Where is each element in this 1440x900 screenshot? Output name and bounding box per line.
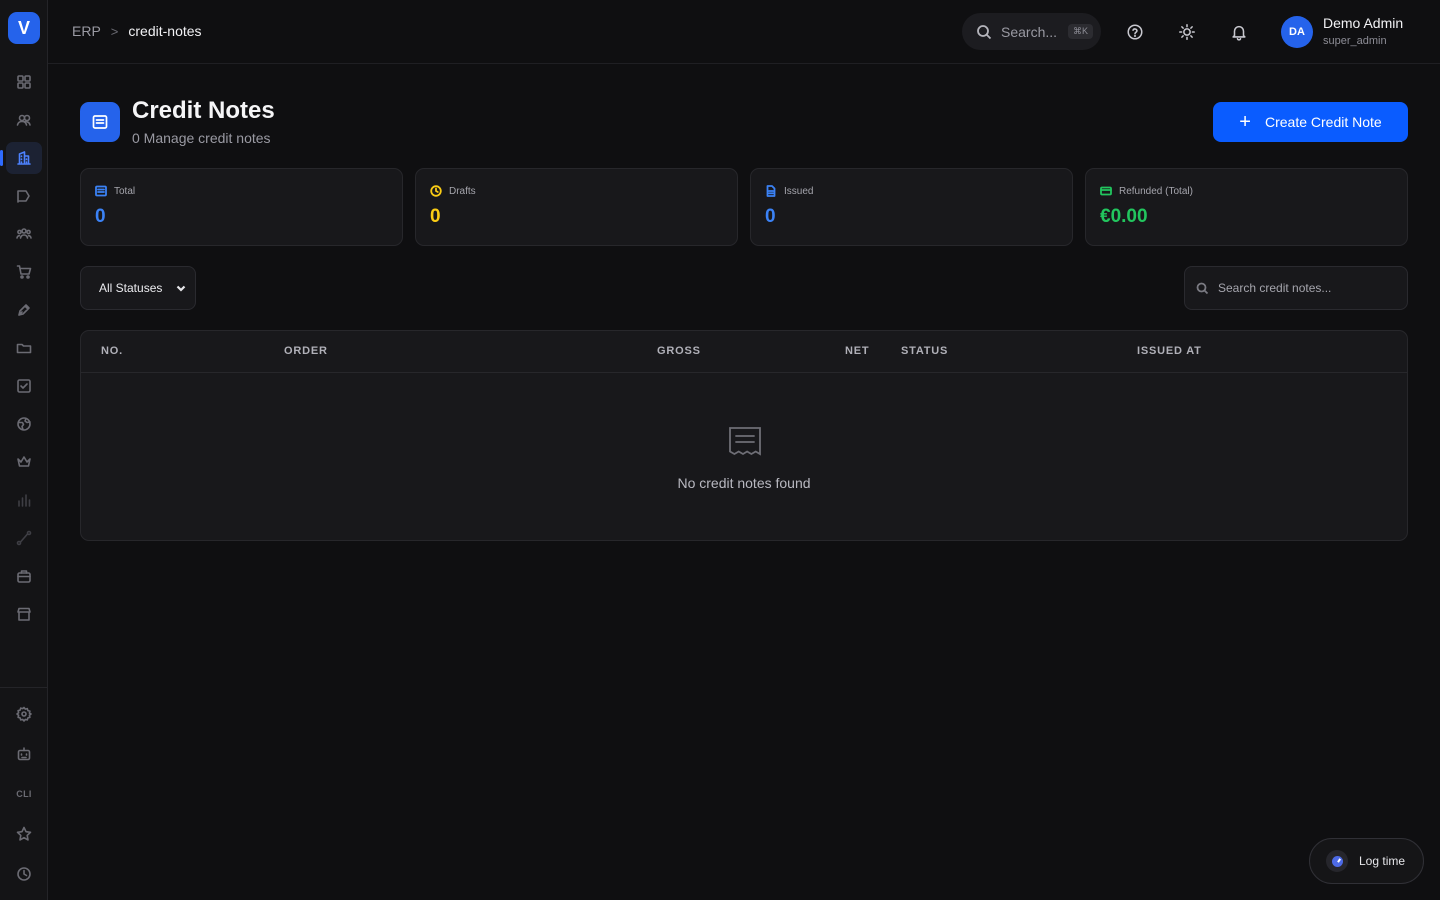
sidebar-divider <box>0 687 48 688</box>
page-title: Credit Notes <box>132 97 275 124</box>
search-icon <box>977 24 992 39</box>
folder-icon[interactable] <box>6 332 42 364</box>
credit-notes-search-placeholder: Search credit notes... <box>1218 281 1332 295</box>
stat-label-refunded: Refunded (Total) <box>1119 185 1193 197</box>
table-header: NO. ORDER GROSS NET STATUS ISSUED AT <box>81 331 1407 373</box>
column-header-issued-at[interactable]: ISSUED AT <box>1137 345 1202 357</box>
bar-chart-icon[interactable] <box>6 484 42 516</box>
empty-state-message: No credit notes found <box>677 475 811 491</box>
stat-value-issued: 0 <box>765 206 776 227</box>
log-time-button[interactable]: Log time <box>1309 838 1424 884</box>
receipt-icon <box>727 425 763 457</box>
users-icon[interactable] <box>6 104 42 136</box>
search-icon <box>1196 282 1209 294</box>
breadcrumb-current: credit-notes <box>128 23 202 39</box>
column-header-status[interactable]: STATUS <box>901 345 948 357</box>
robot-icon[interactable] <box>6 738 42 770</box>
pen-icon[interactable] <box>6 294 42 326</box>
cli-label: CLI <box>16 789 32 799</box>
column-header-gross[interactable]: GROSS <box>657 345 701 357</box>
credit-notes-table: NO. ORDER GROSS NET STATUS ISSUED AT No … <box>80 330 1408 541</box>
briefcase-icon[interactable] <box>6 560 42 592</box>
user-name[interactable]: Demo Admin <box>1323 15 1403 31</box>
cart-icon[interactable] <box>6 256 42 288</box>
crown-icon[interactable] <box>6 446 42 478</box>
store-icon[interactable] <box>6 598 42 630</box>
breadcrumb: ERP > credit-notes <box>72 23 202 39</box>
global-search-placeholder: Search... <box>1001 23 1058 40</box>
stat-value-total: 0 <box>95 206 106 227</box>
stat-label-drafts: Drafts <box>449 185 476 197</box>
sun-icon[interactable] <box>1177 22 1197 42</box>
stat-card-drafts: Drafts 0 <box>415 168 738 246</box>
column-header-net[interactable]: NET <box>845 345 869 357</box>
star-icon[interactable] <box>6 818 42 850</box>
user-role: super_admin <box>1323 35 1387 47</box>
stat-card-total: Total 0 <box>80 168 403 246</box>
team-icon[interactable] <box>6 218 42 250</box>
bell-icon[interactable] <box>1229 22 1249 42</box>
column-header-order[interactable]: ORDER <box>284 345 328 357</box>
stat-label-issued: Issued <box>784 185 814 197</box>
sidebar: V CLI <box>0 0 48 900</box>
document-icon <box>766 185 776 197</box>
credit-notes-search-input[interactable]: Search credit notes... <box>1184 266 1408 310</box>
plus-icon: + <box>1239 111 1251 133</box>
timer-icon <box>1326 850 1348 872</box>
avatar[interactable]: DA <box>1281 16 1313 48</box>
clock-icon <box>430 185 442 197</box>
log-time-label: Log time <box>1359 854 1406 868</box>
create-credit-note-label: Create Credit Note <box>1264 114 1382 130</box>
page-subtitle: 0 Manage credit notes <box>132 130 271 146</box>
breadcrumb-root[interactable]: ERP <box>72 23 101 39</box>
create-credit-note-button[interactable]: + Create Credit Note <box>1213 102 1408 142</box>
stat-card-refunded: Refunded (Total) €0.00 <box>1085 168 1408 246</box>
gear-icon[interactable] <box>6 698 42 730</box>
help-icon[interactable] <box>1125 22 1145 42</box>
route-icon[interactable] <box>6 522 42 554</box>
global-search[interactable]: Search... ⌘K <box>962 13 1101 50</box>
stat-value-drafts: 0 <box>430 206 441 227</box>
shortcut-badge: ⌘K <box>1068 24 1094 39</box>
megaphone-icon[interactable] <box>6 180 42 212</box>
stat-label-total: Total <box>114 185 136 197</box>
status-filter-select[interactable]: All Statuses <box>80 266 196 310</box>
building-icon[interactable] <box>0 142 42 174</box>
history-icon[interactable] <box>6 858 42 890</box>
column-header-no[interactable]: NO. <box>101 345 123 357</box>
status-filter-value: All Statuses <box>99 281 163 295</box>
chevron-right-icon: > <box>110 23 119 39</box>
stat-value-refunded: €0.00 <box>1100 206 1148 227</box>
topbar: ERP > credit-notes Search... ⌘K DA Demo … <box>48 0 1440 64</box>
credit-card-icon <box>1100 186 1112 196</box>
cli-button[interactable]: CLI <box>6 778 42 810</box>
credit-note-icon <box>80 102 120 142</box>
app-logo[interactable]: V <box>8 12 40 44</box>
chevron-down-icon <box>175 282 187 294</box>
stat-card-issued: Issued 0 <box>750 168 1073 246</box>
dashboard-icon[interactable] <box>6 66 42 98</box>
globe-icon[interactable] <box>6 408 42 440</box>
checkbox-icon[interactable] <box>6 370 42 402</box>
list-icon <box>95 185 107 197</box>
